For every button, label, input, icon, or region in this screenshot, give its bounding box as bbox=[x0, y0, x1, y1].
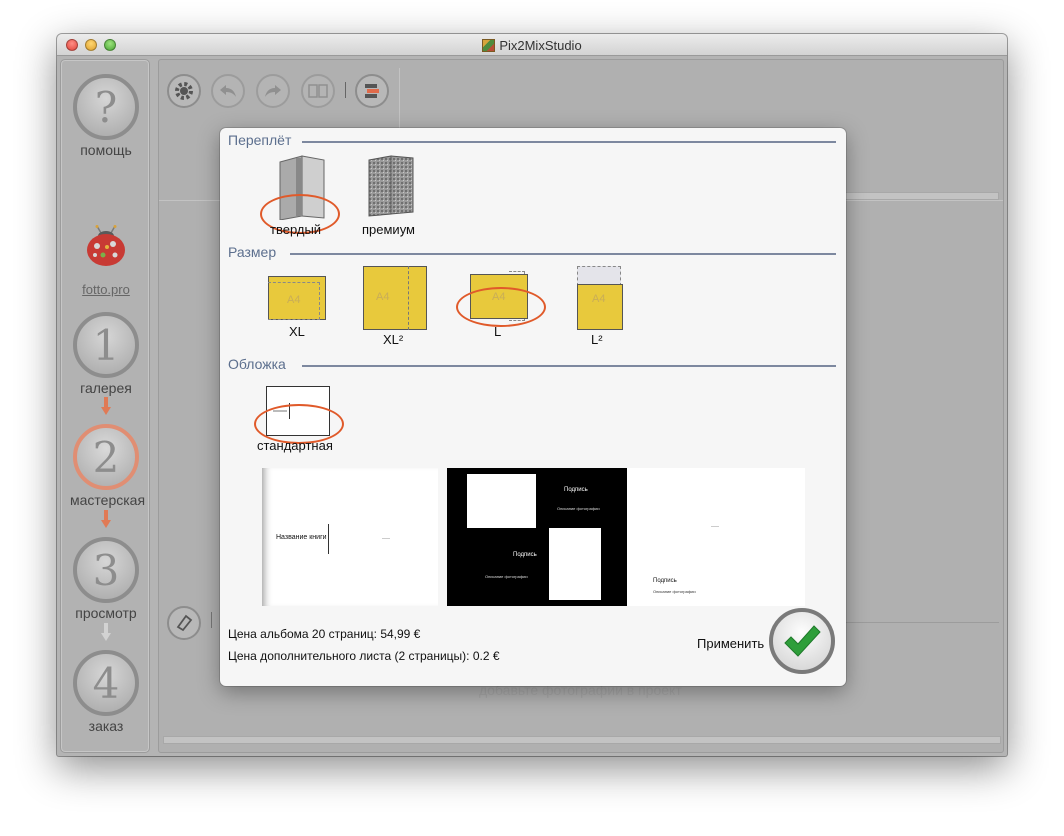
preview-cover-page: Название книги bbox=[262, 468, 438, 606]
checkmark-icon bbox=[784, 625, 821, 657]
extra-sheet-price: Цена дополнительного листа (2 страницы):… bbox=[228, 649, 500, 663]
album-options-dialog: Переплёт твердый премиум Размер A4 XL A4… bbox=[220, 128, 846, 686]
size-xl2-shape: A4 bbox=[363, 266, 427, 330]
step-gallery-button[interactable]: 1 галерея bbox=[70, 312, 142, 396]
preview-placeholder-mark bbox=[711, 526, 719, 527]
album-settings-button[interactable] bbox=[355, 74, 389, 108]
size-xl-shape: A4 bbox=[268, 276, 326, 320]
step-workshop-button[interactable]: 2 мастерская bbox=[70, 424, 146, 508]
size-l2-shape: A4 bbox=[577, 284, 623, 330]
preview-desc-2: Описание фотографии bbox=[485, 574, 528, 579]
step-gallery-label: галерея bbox=[80, 380, 132, 396]
clipboard-pencil-icon bbox=[176, 614, 193, 632]
size-l2-label: L² bbox=[591, 332, 603, 347]
step-workshop-label: мастерская bbox=[70, 492, 146, 508]
section-divider bbox=[290, 253, 836, 255]
size-xl2-fold bbox=[408, 266, 409, 330]
step-order-button[interactable]: 4 заказ bbox=[70, 650, 142, 734]
help-button[interactable]: ? помощь bbox=[70, 74, 142, 158]
scroll-track bbox=[163, 736, 1001, 744]
album-price: Цена альбома 20 страниц: 54,99 € bbox=[228, 627, 421, 641]
scroll-track bbox=[845, 192, 999, 200]
step-preview-label: просмотр bbox=[75, 605, 137, 621]
settings-button[interactable] bbox=[167, 74, 201, 108]
preview-caption-3: Подпись bbox=[653, 578, 677, 584]
preview-caption-2: Подпись bbox=[513, 552, 537, 558]
size-xl2-label: XL² bbox=[383, 332, 404, 347]
arrow-down-icon bbox=[101, 623, 111, 641]
binding-premium-label: премиум bbox=[362, 222, 415, 237]
preview-right-page: Подпись Описание фотографии bbox=[627, 468, 805, 606]
panel-divider bbox=[841, 622, 999, 623]
preview-placeholder-mark bbox=[382, 538, 390, 539]
redo-button[interactable] bbox=[256, 74, 290, 108]
title-bar: Pix2MixStudio bbox=[57, 34, 1007, 56]
selection-ring bbox=[456, 287, 546, 327]
preview-left-page: Подпись Описание фотографии Подпись Опис… bbox=[447, 468, 627, 606]
toolbar-separator bbox=[345, 82, 346, 98]
preview-book-title: Название книги bbox=[276, 534, 327, 541]
help-label: помощь bbox=[80, 142, 132, 158]
binding-section-title: Переплёт bbox=[228, 132, 292, 148]
gear-icon bbox=[175, 82, 193, 100]
arrow-down-icon bbox=[101, 510, 111, 528]
premium-cover-icon bbox=[368, 155, 414, 217]
window-title: Pix2MixStudio bbox=[499, 38, 582, 53]
arrow-down-icon bbox=[101, 397, 111, 415]
open-book-icon bbox=[308, 84, 328, 98]
size-option-l2[interactable]: A4 L² bbox=[576, 266, 624, 348]
books-stack-icon bbox=[365, 84, 379, 98]
preview-photo-slot bbox=[467, 474, 536, 528]
size-l2-tag: A4 bbox=[592, 293, 606, 305]
cover-section-title: Обложка bbox=[228, 356, 286, 372]
section-divider bbox=[302, 365, 836, 367]
step-1-icon: 1 bbox=[73, 312, 139, 378]
ladybug-logo-icon bbox=[87, 225, 125, 266]
preview-caption-1: Подпись bbox=[564, 487, 588, 493]
undo-button[interactable] bbox=[211, 74, 245, 108]
binding-option-premium[interactable]: премиум bbox=[360, 154, 430, 238]
step-2-icon: 2 bbox=[73, 424, 139, 490]
preview-photo-slot bbox=[549, 528, 601, 600]
size-xl-label: XL bbox=[289, 324, 305, 339]
size-option-xl[interactable]: A4 XL bbox=[268, 276, 328, 340]
size-option-l[interactable]: A4 L bbox=[456, 271, 548, 340]
help-icon: ? bbox=[73, 74, 139, 140]
section-divider bbox=[302, 141, 836, 143]
book-view-button[interactable] bbox=[301, 74, 335, 108]
preview-desc-1: Описание фотографии bbox=[557, 506, 600, 511]
preview-divider bbox=[328, 524, 329, 554]
binding-option-hard[interactable]: твердый bbox=[260, 154, 342, 238]
binding-hard-label: твердый bbox=[270, 222, 322, 237]
app-icon bbox=[482, 39, 496, 52]
undo-icon bbox=[220, 85, 236, 97]
toolbar-separator bbox=[211, 612, 212, 628]
size-xl-tag: A4 bbox=[287, 294, 301, 306]
preview-desc-3: Описание фотографии bbox=[653, 589, 696, 594]
size-xl2-tag: A4 bbox=[376, 291, 390, 303]
step-3-icon: 3 bbox=[73, 537, 139, 603]
sidebar: ? помощь fotto.pro 1 галерея 2 мастерска… bbox=[60, 59, 150, 753]
apply-label: Применить bbox=[697, 636, 765, 651]
step-4-icon: 4 bbox=[73, 650, 139, 716]
fotto-link[interactable]: fotto.pro bbox=[61, 282, 151, 297]
cover-standard-label: стандартная bbox=[257, 438, 333, 453]
redo-icon bbox=[265, 85, 281, 97]
edit-button[interactable] bbox=[167, 606, 201, 640]
size-l-label: L bbox=[494, 324, 502, 339]
step-preview-button[interactable]: 3 просмотр bbox=[70, 537, 142, 621]
apply-button[interactable] bbox=[769, 608, 835, 674]
size-option-xl2[interactable]: A4 XL² bbox=[363, 266, 429, 347]
size-section-title: Размер bbox=[228, 244, 277, 260]
size-l2-outline bbox=[577, 266, 621, 286]
cover-option-standard[interactable]: стандартная bbox=[254, 386, 346, 453]
window-title-group: Pix2MixStudio bbox=[57, 38, 1007, 53]
step-order-label: заказ bbox=[88, 718, 124, 734]
